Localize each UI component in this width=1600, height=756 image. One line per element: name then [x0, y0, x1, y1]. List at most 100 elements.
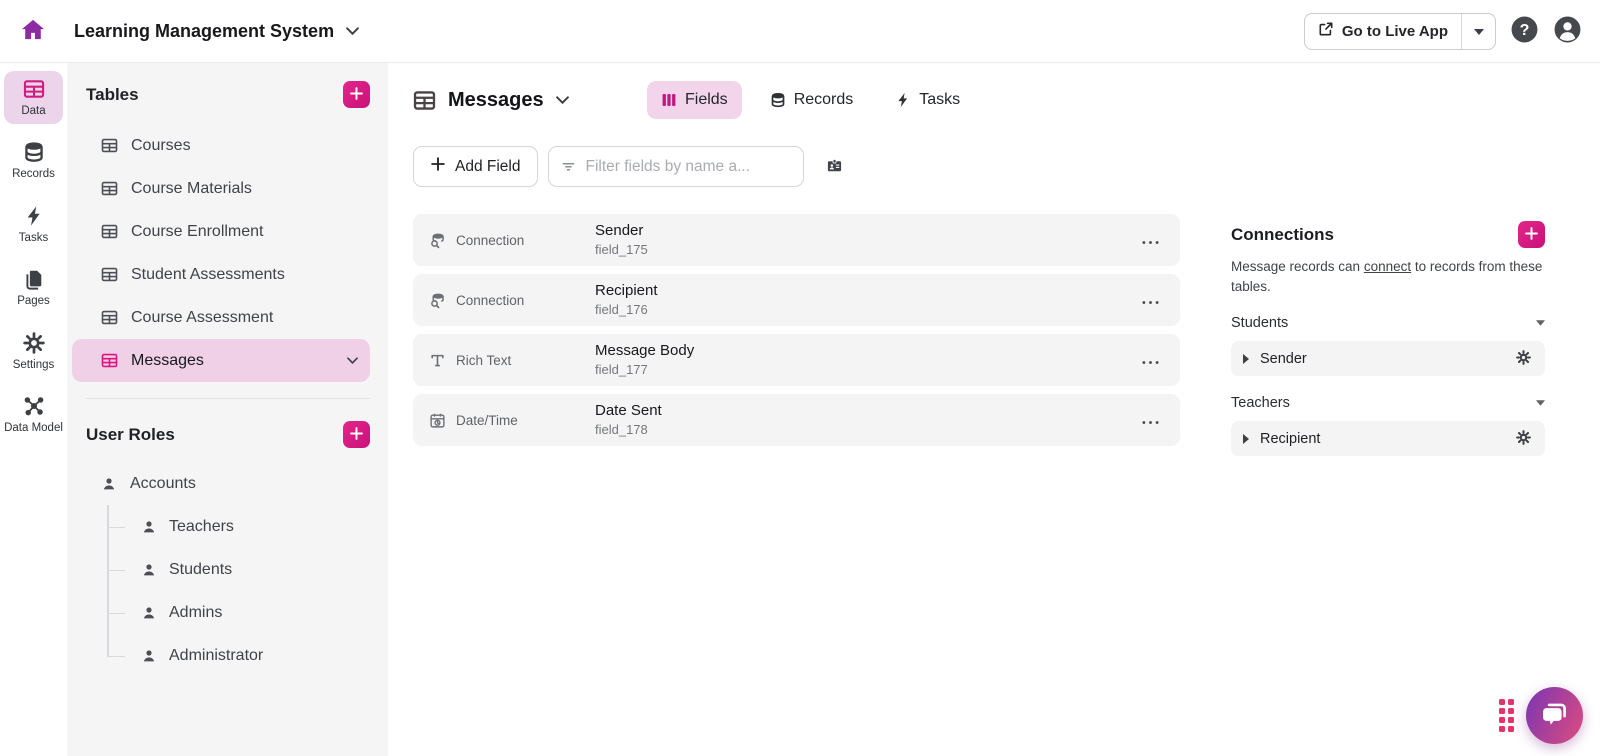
field-identity: Date Sent field_178 — [595, 401, 662, 438]
chat-bubbles-icon — [1539, 698, 1571, 733]
account-button[interactable] — [1553, 17, 1582, 46]
add-user-role-button[interactable] — [343, 421, 370, 448]
role-item-teachers[interactable]: Teachers — [107, 505, 388, 548]
connection-group-students: Students — [1231, 315, 1545, 331]
help-button[interactable]: ? — [1510, 17, 1539, 46]
tab-label: Records — [794, 91, 854, 109]
table-icon — [101, 223, 118, 240]
plus-icon — [431, 157, 445, 176]
home-button[interactable] — [16, 14, 50, 48]
table-item-course-enrollment[interactable]: Course Enrollment — [72, 210, 370, 253]
description-text: Message records can — [1231, 259, 1364, 274]
tables-header-label: Tables — [86, 85, 139, 105]
plus-icon — [1525, 227, 1538, 243]
field-keys-toggle-button[interactable] — [826, 157, 843, 177]
rail-item-data[interactable]: Data — [4, 71, 63, 124]
table-item-course-materials[interactable]: Course Materials — [72, 167, 370, 210]
left-rail: Data Records Tasks Pages Settings — [0, 63, 67, 756]
field-row-date-sent[interactable]: Date/Time Date Sent field_178 — [413, 394, 1180, 446]
role-item-administrator[interactable]: Administrator — [107, 634, 388, 677]
field-row-recipient[interactable]: Connection Recipient field_176 — [413, 274, 1180, 326]
table-item-messages[interactable]: Messages — [72, 339, 370, 382]
user-roles-header-label: User Roles — [86, 425, 175, 445]
role-item-admins[interactable]: Admins — [107, 591, 388, 634]
connection-settings-button[interactable] — [1514, 428, 1533, 450]
caret-down-icon[interactable] — [1536, 320, 1545, 326]
help-icon: ? — [1510, 15, 1539, 47]
add-connection-button[interactable] — [1518, 221, 1545, 248]
connect-link[interactable]: connect — [1364, 259, 1411, 274]
ellipsis-icon — [1142, 293, 1159, 308]
add-field-label: Add Field — [455, 158, 520, 176]
id-badge-icon — [826, 157, 843, 177]
ellipsis-icon — [1142, 413, 1159, 428]
field-menu-button[interactable] — [1138, 349, 1163, 372]
field-name: Recipient — [595, 281, 658, 301]
field-type: Connection — [429, 232, 595, 249]
tab-tasks[interactable]: Tasks — [881, 81, 974, 119]
caret-right-icon — [1243, 434, 1249, 444]
go-to-live-app-button[interactable]: Go to Live App — [1304, 13, 1496, 50]
rail-item-pages[interactable]: Pages — [4, 261, 63, 314]
field-row-sender[interactable]: Connection Sender field_175 — [413, 214, 1180, 266]
role-item-accounts[interactable]: Accounts — [67, 462, 388, 505]
chat-button[interactable] — [1526, 687, 1583, 744]
rail-item-label: Data — [21, 104, 45, 118]
role-item-students[interactable]: Students — [107, 548, 388, 591]
tab-fields[interactable]: Fields — [647, 81, 742, 119]
role-children: Teachers Students Admins Administrator — [107, 505, 388, 677]
table-item-student-assessments[interactable]: Student Assessments — [72, 253, 370, 296]
tab-records[interactable]: Records — [756, 81, 868, 119]
table-icon — [413, 89, 436, 112]
table-item-course-assessment[interactable]: Course Assessment — [72, 296, 370, 339]
columns-icon — [661, 92, 677, 108]
table-item-label: Course Materials — [131, 180, 252, 198]
connection-settings-button[interactable] — [1514, 348, 1533, 370]
table-icon — [101, 180, 118, 197]
rail-item-records[interactable]: Records — [4, 134, 63, 187]
app-shell: Data Records Tasks Pages Settings — [0, 62, 1600, 756]
field-menu-button[interactable] — [1138, 289, 1163, 312]
tables-list: Courses Course Materials Course Enrollme… — [67, 124, 388, 382]
connections-panel: Connections Message records can connect … — [1231, 221, 1545, 456]
add-field-button[interactable]: Add Field — [413, 146, 538, 187]
rail-item-settings[interactable]: Settings — [4, 325, 63, 378]
lightning-icon — [23, 205, 45, 227]
app-title: Learning Management System — [74, 21, 334, 42]
chevron-down-icon[interactable] — [556, 96, 569, 104]
app-title-wrap[interactable]: Learning Management System — [74, 21, 359, 42]
table-item-label: Courses — [131, 137, 191, 155]
role-item-label: Teachers — [169, 518, 234, 536]
person-icon — [141, 605, 157, 621]
sidebar: Tables Courses Course Materials Course E… — [67, 63, 388, 756]
rail-item-tasks[interactable]: Tasks — [4, 198, 63, 251]
field-row-message-body[interactable]: Rich Text Message Body field_177 — [413, 334, 1180, 386]
connection-group-label: Students — [1231, 315, 1288, 331]
table-header: Messages Fields Records — [413, 81, 1545, 119]
caret-down-icon — [1474, 22, 1484, 40]
field-menu-button[interactable] — [1138, 229, 1163, 252]
role-item-label: Students — [169, 561, 232, 579]
filter-fields-input[interactable] — [585, 158, 791, 176]
table-title-group[interactable]: Messages — [413, 89, 647, 112]
role-item-label: Accounts — [130, 475, 196, 493]
field-menu-button[interactable] — [1138, 409, 1163, 432]
live-app-dropdown[interactable] — [1461, 14, 1495, 49]
table-icon — [101, 266, 118, 283]
drag-handle[interactable] — [1499, 699, 1514, 732]
connection-row-sender[interactable]: Sender — [1231, 341, 1545, 376]
connection-name: Sender — [1260, 351, 1307, 367]
rich-text-icon — [429, 352, 446, 369]
field-key: field_178 — [595, 422, 662, 439]
add-table-button[interactable] — [343, 81, 370, 108]
caret-down-icon[interactable] — [1536, 400, 1545, 406]
connection-row-recipient[interactable]: Recipient — [1231, 421, 1545, 456]
gear-icon — [1516, 350, 1531, 368]
rail-item-label: Pages — [17, 294, 50, 308]
table-item-courses[interactable]: Courses — [72, 124, 370, 167]
database-icon — [770, 92, 786, 108]
rail-item-data-model[interactable]: Data Model — [4, 388, 63, 441]
field-name: Sender — [595, 221, 648, 241]
go-to-live-app-label: Go to Live App — [1342, 23, 1448, 40]
table-item-label: Course Enrollment — [131, 223, 264, 241]
